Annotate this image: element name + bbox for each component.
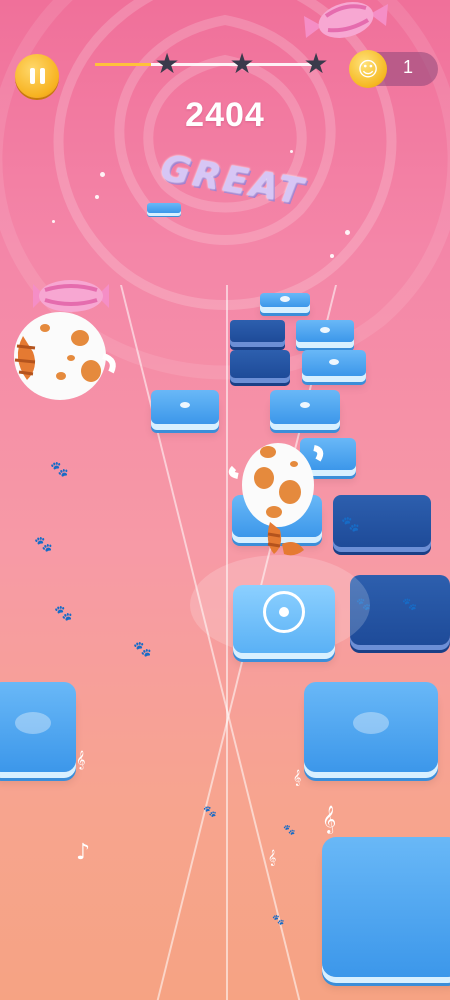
active-beat-tile[interactable] [233, 585, 335, 653]
sparkle [345, 230, 350, 235]
beat-tile[interactable] [302, 350, 366, 376]
beat-tile[interactable] [304, 682, 438, 772]
music-note-icon: 𝄞 [268, 850, 277, 866]
pause-icon [29, 68, 45, 84]
music-note-icon: ♪ [76, 840, 91, 865]
progress-star-3-icon: ★ [303, 47, 329, 80]
paw-print-icon: 🐾 [283, 825, 296, 836]
coin-icon: ☺ [349, 50, 387, 88]
sparkle [95, 195, 99, 199]
paw-icon: 🐾 [402, 597, 417, 611]
level-progress-bar [95, 63, 320, 66]
music-note-icon: 𝄞 [293, 770, 302, 786]
paw-print-icon: 🐾 [34, 535, 53, 553]
sparkle [290, 150, 293, 153]
music-note-icon: 𝄞 [76, 750, 86, 769]
candy-cat-ball [14, 280, 116, 400]
paw-print-icon: 🐾 [54, 604, 73, 622]
beat-tile[interactable] [296, 320, 354, 342]
paw-print-icon: 🐾 [272, 915, 285, 926]
score-display: 2404 [185, 96, 265, 134]
level-progress-fill [95, 63, 152, 66]
beat-tile[interactable] [0, 682, 76, 772]
sparkle [330, 254, 334, 258]
pause-button[interactable] [15, 54, 59, 98]
paw-print-icon: 🐾 [133, 640, 152, 658]
paw-print-icon: 🐾 [50, 460, 69, 478]
candy-icon [304, 2, 388, 38]
music-note-icon: 𝄞 [322, 805, 337, 833]
beat-tile[interactable] [151, 390, 219, 424]
candy-icon [33, 280, 109, 312]
beat-tile-dark[interactable] [230, 350, 290, 378]
progress-star-1-icon: ★ [154, 47, 180, 80]
beat-tile[interactable] [260, 293, 310, 307]
beat-tile-dark[interactable] [230, 320, 285, 342]
beat-tile[interactable] [147, 203, 181, 213]
sparkle [52, 220, 55, 223]
beat-tile-dark[interactable]: 🐾 [333, 495, 431, 547]
progress-star-2-icon: ★ [229, 47, 255, 80]
player-cat-ball [228, 443, 324, 556]
coin-count: 1 [402, 57, 413, 77]
paw-print-icon: 🐾 [203, 805, 217, 818]
paw-icon: 🐾 [341, 515, 360, 533]
beat-tile[interactable] [270, 390, 340, 424]
beat-tile[interactable] [322, 837, 450, 977]
sparkle [100, 172, 105, 177]
